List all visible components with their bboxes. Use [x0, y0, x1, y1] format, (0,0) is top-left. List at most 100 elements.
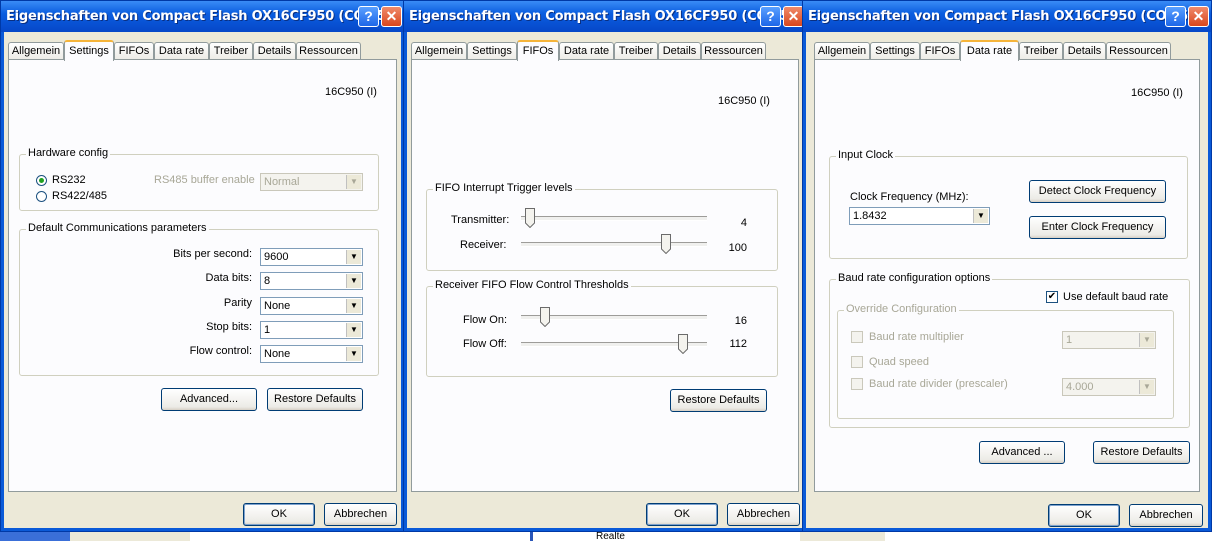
window-title: Eigenschaften von Compact Flash OX16CF95…: [409, 9, 795, 24]
transmitter-slider-thumb[interactable]: [525, 208, 536, 228]
close-button[interactable]: ✕: [783, 6, 804, 27]
cancel-button[interactable]: Abbrechen: [727, 503, 800, 526]
use-default-baud-checkbox[interactable]: ✔: [1046, 291, 1058, 303]
flow-off-value: 112: [729, 338, 747, 350]
select-value: 4.000: [1066, 381, 1094, 393]
receiver-label: Receiver:: [460, 239, 507, 251]
databits-label: Data bits:: [205, 272, 252, 284]
tab-data-rate[interactable]: Data rate: [559, 42, 614, 60]
tab-settings[interactable]: Settings: [870, 42, 920, 60]
tab-fifos[interactable]: FIFOs: [920, 42, 960, 60]
tab-settings[interactable]: Settings: [64, 40, 114, 61]
group-label: Input Clock: [836, 149, 896, 161]
chevron-down-icon: ▼: [1139, 380, 1154, 394]
receiver-slider-thumb[interactable]: [661, 234, 672, 254]
quad-speed-checkbox[interactable]: [851, 356, 863, 368]
ok-button[interactable]: OK: [646, 503, 718, 526]
baud-multiplier-checkbox[interactable]: [851, 331, 863, 343]
close-button[interactable]: ✕: [381, 6, 402, 27]
background-window-strip: [70, 532, 190, 541]
advanced-button[interactable]: Advanced ...: [979, 441, 1065, 464]
chevron-down-icon: ▼: [346, 323, 361, 337]
databits-select[interactable]: 8 ▼: [260, 272, 363, 290]
cancel-button[interactable]: Abbrechen: [1129, 504, 1203, 527]
chevron-down-icon: ▼: [346, 175, 361, 189]
settings-panel: 16C950 (I) Hardware config RS232 RS422/4…: [8, 59, 397, 492]
window-title: Eigenschaften von Compact Flash OX16CF95…: [6, 9, 392, 24]
rs485-buffer-label: RS485 buffer enable: [154, 174, 255, 186]
flow-off-slider-thumb[interactable]: [677, 334, 688, 354]
ok-button[interactable]: OK: [243, 503, 315, 526]
select-value: 9600: [264, 251, 289, 263]
tab-data-rate[interactable]: Data rate: [960, 40, 1019, 61]
tab-allgemein[interactable]: Allgemein: [411, 42, 467, 60]
flow-control-select[interactable]: None ▼: [260, 345, 363, 363]
baud-divider-checkbox[interactable]: [851, 378, 863, 390]
clock-frequency-label: Clock Frequency (MHz):: [850, 191, 969, 203]
chevron-down-icon: ▼: [346, 274, 361, 288]
tab-fifos[interactable]: FIFOs: [517, 40, 559, 61]
help-button[interactable]: ?: [1165, 6, 1186, 27]
group-label: Default Communications parameters: [26, 222, 209, 234]
title-bar[interactable]: Eigenschaften von Compact Flash OX16CF95…: [404, 1, 806, 32]
parity-label: Parity: [223, 297, 252, 309]
tab-allgemein[interactable]: Allgemein: [8, 42, 64, 60]
rs422-label[interactable]: RS422/485: [52, 190, 107, 202]
restore-defaults-button[interactable]: Restore Defaults: [267, 388, 363, 411]
chevron-down-icon: ▼: [346, 299, 361, 313]
tab-ressourcen[interactable]: Ressourcen: [1106, 42, 1171, 60]
restore-defaults-button[interactable]: Restore Defaults: [1093, 441, 1190, 464]
help-button[interactable]: ?: [760, 6, 781, 27]
title-bar[interactable]: Eigenschaften von Compact Flash OX16CF95…: [1, 1, 404, 32]
receiver-value: 100: [728, 242, 747, 254]
advanced-button[interactable]: Advanced...: [161, 388, 257, 411]
close-button[interactable]: ✕: [1188, 6, 1209, 27]
bps-label: Bits per second:: [173, 248, 252, 260]
flow-on-label: Flow On:: [463, 314, 508, 326]
parity-select[interactable]: None ▼: [260, 297, 363, 315]
baud-divider-select[interactable]: 4.000 ▼: [1062, 378, 1156, 396]
tab-treiber[interactable]: Treiber: [1019, 42, 1063, 60]
chip-type-label: 16C950 (I): [718, 95, 770, 107]
tab-details[interactable]: Details: [658, 42, 701, 60]
tab-ressourcen[interactable]: Ressourcen: [701, 42, 766, 60]
help-button[interactable]: ?: [358, 6, 379, 27]
tab-treiber[interactable]: Treiber: [614, 42, 658, 60]
detect-clock-frequency-button[interactable]: Detect Clock Frequency: [1029, 180, 1166, 203]
chip-type-label: 16C950 (I): [1131, 87, 1183, 99]
chevron-down-icon: ▼: [346, 347, 361, 361]
tab-treiber[interactable]: Treiber: [209, 42, 253, 60]
tab-settings[interactable]: Settings: [467, 42, 517, 60]
rs485-buffer-select[interactable]: Normal ▼: [260, 173, 363, 191]
flow-on-value: 16: [734, 315, 747, 327]
dialog-client-area: Allgemein Settings FIFOs Data rate Treib…: [806, 32, 1208, 528]
title-bar[interactable]: Eigenschaften von Compact Flash OX16CF95…: [803, 1, 1211, 32]
chevron-down-icon: ▼: [973, 209, 988, 223]
flow-off-label: Flow Off:: [463, 338, 507, 350]
tab-ressourcen[interactable]: Ressourcen: [296, 42, 361, 60]
tab-fifos[interactable]: FIFOs: [114, 42, 154, 60]
tab-data-rate[interactable]: Data rate: [154, 42, 209, 60]
stopbits-select[interactable]: 1 ▼: [260, 321, 363, 339]
transmitter-label: Transmitter:: [451, 214, 510, 226]
baud-divider-label: Baud rate divider (prescaler): [869, 378, 1008, 390]
rs422-radio[interactable]: [36, 191, 47, 202]
data-rate-panel: 16C950 (I) Input Clock Clock Frequency (…: [814, 59, 1200, 492]
baud-multiplier-label: Baud rate multiplier: [869, 331, 964, 343]
use-default-baud-label[interactable]: Use default baud rate: [1063, 291, 1168, 303]
tab-details[interactable]: Details: [1063, 42, 1106, 60]
bps-select[interactable]: 9600 ▼: [260, 248, 363, 266]
rs232-radio[interactable]: [36, 175, 47, 186]
rs232-label[interactable]: RS232: [52, 174, 86, 186]
enter-clock-frequency-button[interactable]: Enter Clock Frequency: [1029, 216, 1166, 239]
tab-allgemein[interactable]: Allgemein: [814, 42, 870, 60]
restore-defaults-button[interactable]: Restore Defaults: [670, 389, 767, 412]
tab-details[interactable]: Details: [253, 42, 296, 60]
baud-multiplier-select[interactable]: 1 ▼: [1062, 331, 1156, 349]
clock-frequency-select[interactable]: 1.8432 ▼: [849, 207, 990, 225]
cancel-button[interactable]: Abbrechen: [324, 503, 397, 526]
chevron-down-icon: ▼: [1139, 333, 1154, 347]
flow-on-slider-thumb[interactable]: [540, 307, 551, 327]
select-value: 1.8432: [853, 210, 887, 222]
ok-button[interactable]: OK: [1048, 504, 1120, 527]
